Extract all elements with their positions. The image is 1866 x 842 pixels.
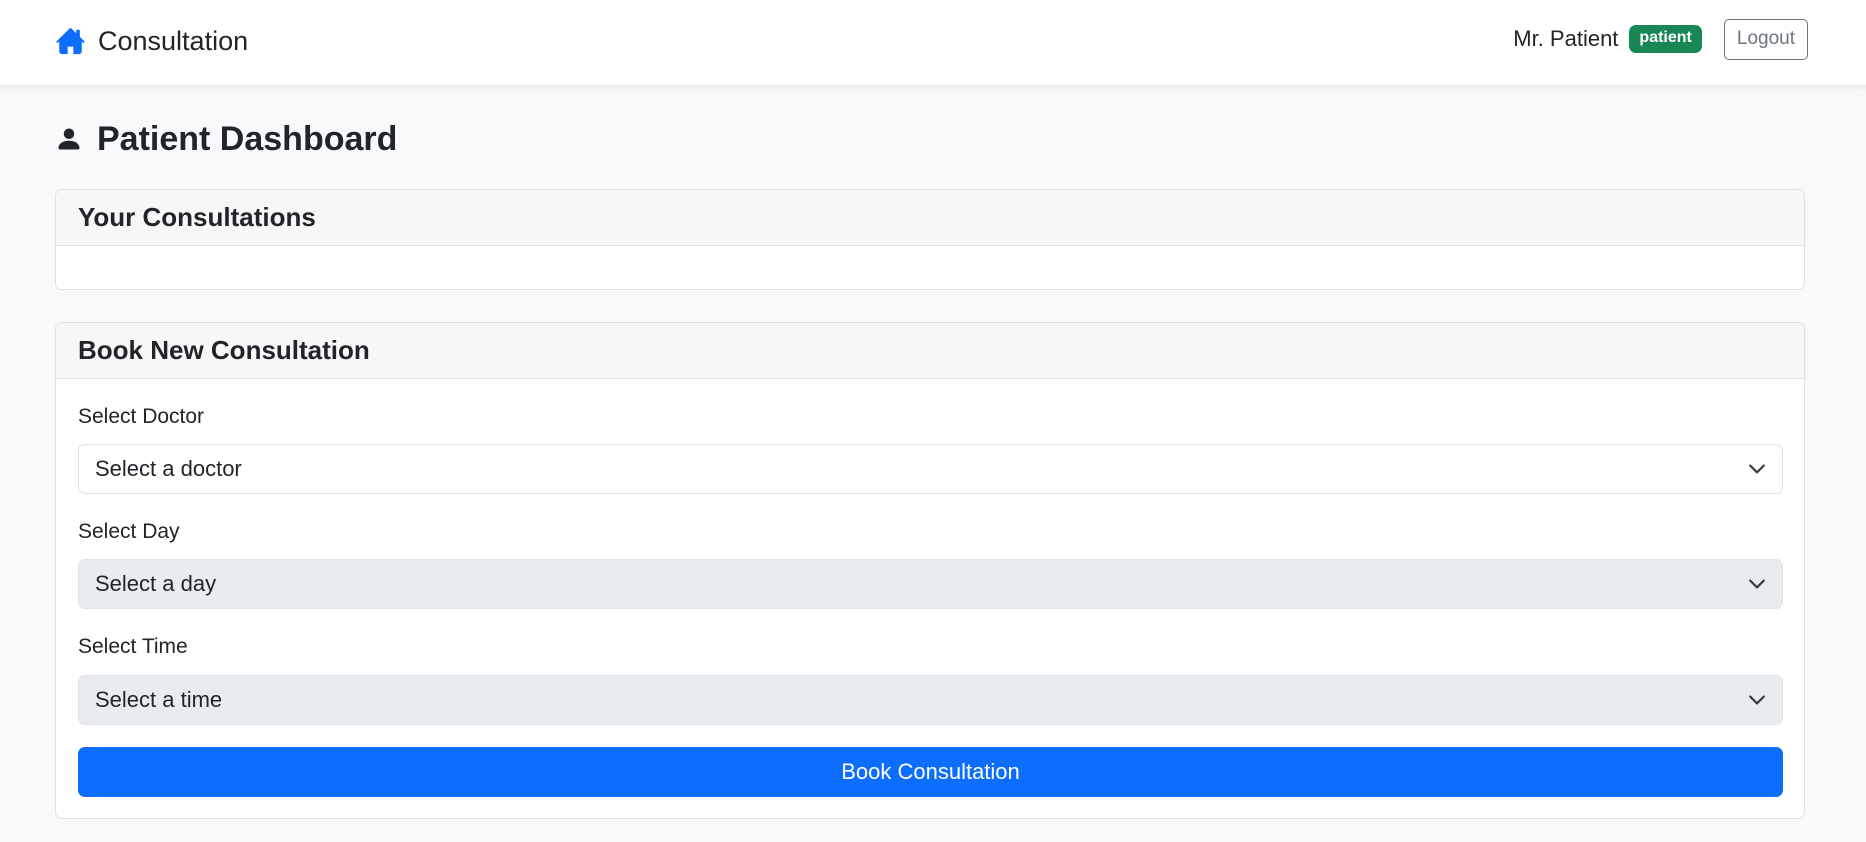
doctor-select-value: Select a doctor <box>95 456 242 481</box>
day-select[interactable]: Select a day <box>78 559 1783 609</box>
doctor-select[interactable]: Select a doctor <box>78 444 1783 494</box>
consultations-card-header: Your Consultations <box>56 190 1804 246</box>
chevron-down-icon <box>1749 579 1765 589</box>
time-select-value: Select a time <box>95 687 223 712</box>
chevron-down-icon <box>1749 464 1765 474</box>
brand-link[interactable]: Consultation <box>55 24 248 58</box>
person-icon <box>58 128 80 150</box>
day-label: Select Day <box>78 520 180 543</box>
booking-card-title: Book New Consultation <box>78 335 370 365</box>
booking-card: Book New Consultation Select Doctor Sele… <box>55 322 1805 819</box>
time-select[interactable]: Select a time <box>78 675 1783 725</box>
doctor-label: Select Doctor <box>78 405 205 428</box>
chevron-down-icon <box>1749 695 1765 705</box>
consultations-card: Your Consultations <box>55 189 1805 290</box>
time-label: Select Time <box>78 635 188 658</box>
home-icon <box>56 28 85 55</box>
logout-button[interactable]: Logout <box>1723 18 1808 60</box>
booking-card-header: Book New Consultation <box>56 323 1804 379</box>
user-area: Mr. Patient patient Logout <box>1513 18 1808 60</box>
consultations-card-title: Your Consultations <box>78 202 316 232</box>
role-badge: patient <box>1629 25 1702 53</box>
brand-label: Consultation <box>98 25 249 56</box>
book-consultation-button[interactable]: Book Consultation <box>78 747 1783 797</box>
page-title-text: Patient Dashboard <box>97 119 398 158</box>
user-name: Mr. Patient <box>1513 26 1619 51</box>
day-select-value: Select a day <box>95 571 217 596</box>
navbar: Consultation Mr. Patient patient Logout <box>0 0 1866 86</box>
page-title: Patient Dashboard <box>55 118 397 160</box>
